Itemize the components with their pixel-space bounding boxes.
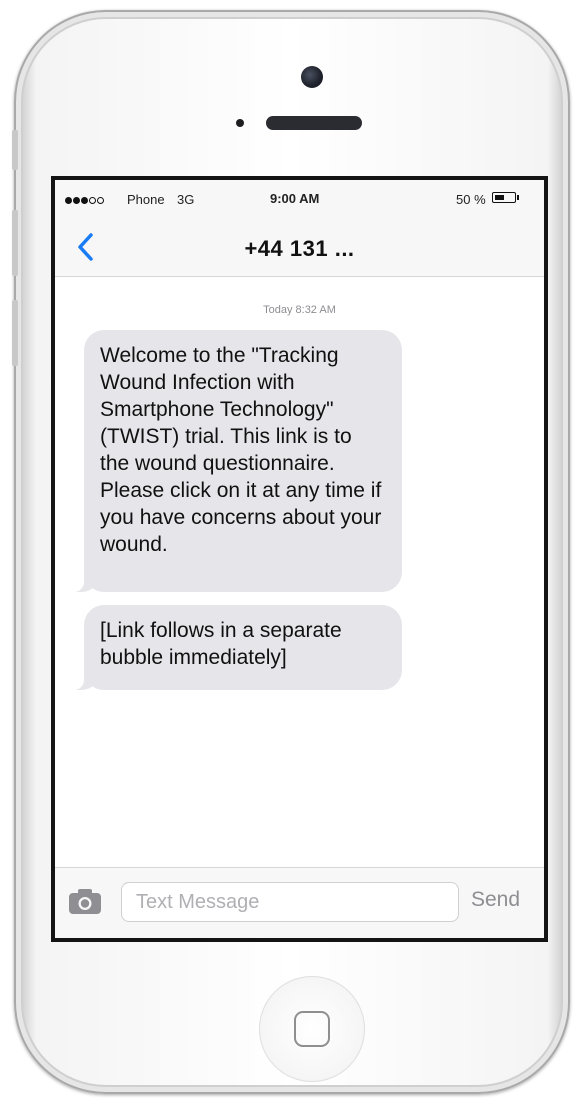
status-time: 9:00 AM — [270, 191, 320, 206]
message-timestamp: Today 8:32 AM — [263, 304, 336, 316]
message-input-bar: Send — [55, 867, 544, 938]
message-thread[interactable]: Today 8:32 AM Welcome to the "Tracking W… — [55, 277, 544, 867]
battery-percentage: 50 % — [456, 192, 486, 207]
battery-icon — [492, 192, 516, 203]
earpiece-speaker-icon — [266, 116, 362, 130]
front-camera-icon — [301, 66, 323, 88]
volume-down-button — [12, 300, 18, 366]
status-bar: Phone 3G 9:00 AM 50 % — [55, 180, 544, 218]
message-text: [Link follows in a separate bubble immed… — [100, 619, 342, 669]
send-button[interactable]: Send — [471, 888, 520, 912]
network-type: 3G — [177, 192, 195, 207]
camera-icon — [69, 889, 101, 914]
signal-strength-icon — [65, 192, 105, 207]
battery-tip-icon — [517, 195, 519, 200]
message-text-input[interactable] — [121, 882, 459, 922]
home-button-icon — [294, 1011, 330, 1047]
volume-up-button — [12, 210, 18, 276]
camera-button[interactable] — [67, 886, 103, 916]
mute-switch — [12, 130, 18, 170]
phone-screen: Phone 3G 9:00 AM 50 % +44 131 ... Today … — [51, 176, 548, 942]
carrier-name: Phone — [127, 192, 165, 207]
conversation-header: +44 131 ... — [55, 218, 544, 277]
message-bubble[interactable]: [Link follows in a separate bubble immed… — [70, 605, 402, 690]
proximity-sensor-icon — [236, 119, 244, 127]
message-text: Welcome to the "Tracking Wound Infection… — [100, 344, 382, 556]
home-button[interactable] — [259, 976, 365, 1082]
message-bubble[interactable]: Welcome to the "Tracking Wound Infection… — [70, 330, 402, 592]
contact-name[interactable]: +44 131 ... — [55, 236, 544, 262]
